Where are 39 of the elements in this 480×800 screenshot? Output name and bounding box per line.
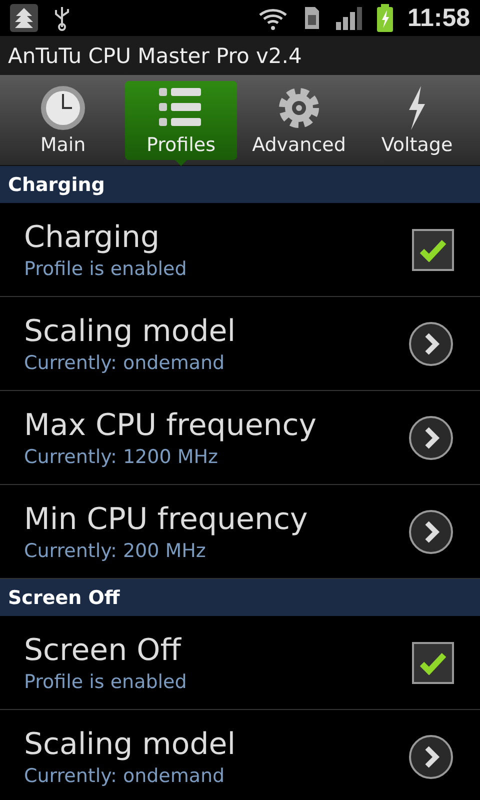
tab[interactable]: Voltage <box>361 81 473 160</box>
chevron-right-icon <box>408 414 454 460</box>
settings-row[interactable]: Scaling model Currently: ondemand <box>0 710 480 800</box>
chevron-right-icon <box>408 734 454 780</box>
window-title: AnTuTu CPU Master Pro v2.4 <box>8 44 302 68</box>
settings-row[interactable]: Charging Profile is enabled <box>0 203 480 297</box>
setting-summary: Currently: ondemand <box>24 352 226 374</box>
setting-title: Max CPU frequency <box>24 408 318 444</box>
check-icon <box>419 650 447 674</box>
sim-card-icon <box>303 5 322 31</box>
clock-time: 11:58 <box>407 4 470 32</box>
settings-row[interactable]: Scaling model Currently: ondemand <box>0 297 480 391</box>
setting-summary: Profile is enabled <box>24 258 188 280</box>
tab[interactable]: Main <box>7 81 119 160</box>
setting-title: Scaling model <box>24 726 237 762</box>
chevron-right-icon <box>408 320 454 366</box>
setting-title: Charging <box>24 220 161 256</box>
settings-row[interactable]: Screen Off Profile is enabled <box>0 616 480 710</box>
usb-icon <box>52 5 72 31</box>
battery-charging-icon <box>377 4 394 32</box>
setting-summary: Currently: 1200 MHz <box>24 446 219 468</box>
section-title: Charging <box>8 174 105 196</box>
chevron-right-icon <box>408 508 454 554</box>
checkbox[interactable] <box>412 228 454 270</box>
check-icon <box>419 238 447 262</box>
checkbox[interactable] <box>412 642 454 684</box>
setting-title: Min CPU frequency <box>24 502 309 538</box>
wifi-icon <box>257 6 290 30</box>
setting-title: Screen Off <box>24 632 182 668</box>
setting-summary: Profile is enabled <box>24 670 188 692</box>
setting-summary: Currently: 200 MHz <box>24 540 207 562</box>
section-title: Screen Off <box>8 586 120 608</box>
setting-title: Scaling model <box>24 314 237 350</box>
tree-icon <box>10 4 38 32</box>
tab[interactable]: Advanced <box>243 81 355 160</box>
setting-summary: Currently: ondemand <box>24 764 226 786</box>
clock-icon <box>39 84 87 132</box>
settings-row[interactable]: Max CPU frequency Currently: 1200 MHz <box>0 391 480 485</box>
signal-icon <box>335 6 364 30</box>
